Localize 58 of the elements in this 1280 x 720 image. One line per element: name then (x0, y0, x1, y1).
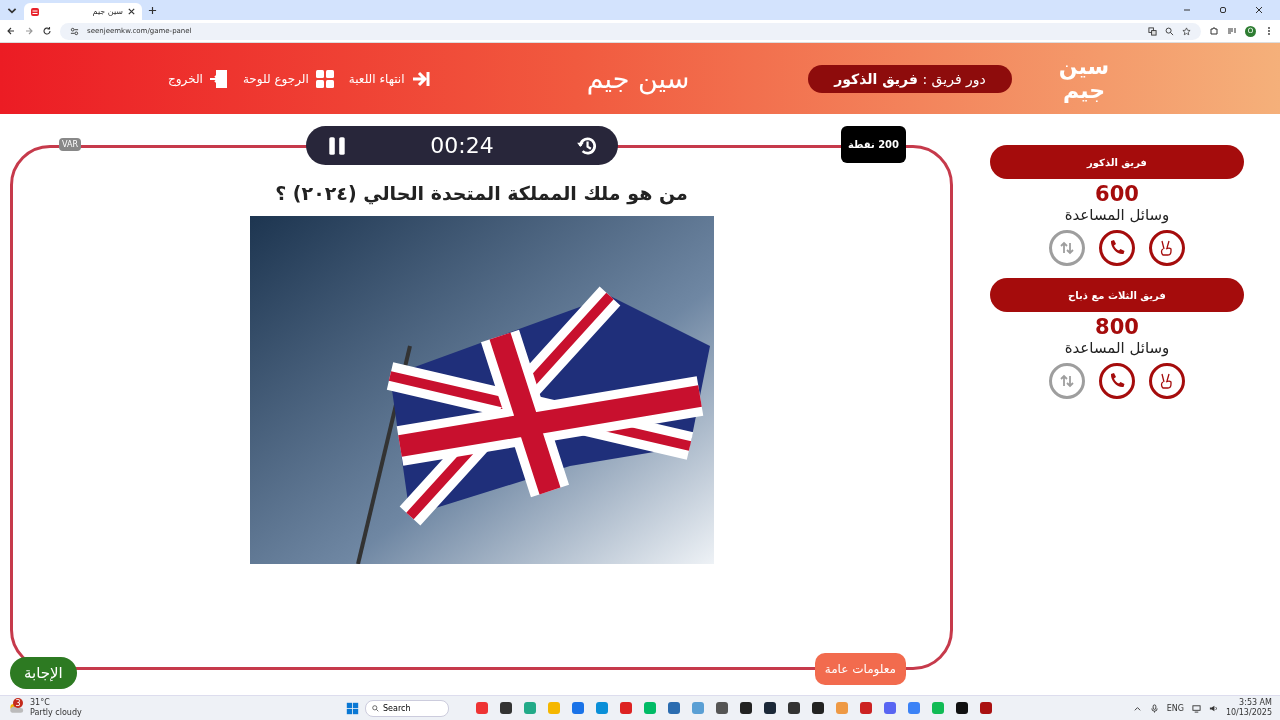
turn-indicator: دور فريق : فريق الذكور (808, 64, 1012, 93)
team-score: 800 (1095, 315, 1139, 339)
app-icon[interactable] (716, 702, 728, 714)
app-icon[interactable] (812, 702, 824, 714)
app-icon[interactable] (788, 702, 800, 714)
volume-icon[interactable] (1208, 703, 1218, 713)
team-score: 600 (1095, 182, 1139, 206)
temperature-text: 31°C (30, 698, 51, 708)
category-badge: معلومات عامة (814, 653, 906, 685)
app-icon[interactable] (500, 702, 512, 714)
reload-icon[interactable] (42, 26, 52, 36)
team-name-bar: فريق الذكور (990, 145, 1244, 179)
site-logo-icon (30, 6, 40, 17)
close-icon[interactable] (1254, 5, 1264, 15)
new-tab-icon[interactable] (148, 5, 157, 15)
app-icon[interactable] (740, 702, 752, 714)
start-icon[interactable] (346, 701, 359, 715)
app-icon[interactable] (764, 702, 776, 714)
search-icon (372, 704, 379, 712)
app-icon[interactable] (956, 702, 968, 714)
lifelines-label: وسائل المساعدة (1064, 206, 1170, 224)
grid-icon (314, 68, 335, 89)
answer-button[interactable]: الإجابة (10, 657, 77, 689)
pause-icon[interactable] (326, 134, 348, 157)
header-link[interactable]: الرجوع للوحة (242, 68, 335, 89)
site-info-icon (70, 26, 79, 36)
back-icon[interactable] (6, 26, 16, 36)
browser-tab[interactable]: سين جيم (24, 3, 142, 20)
lifeline-button[interactable] (1099, 363, 1135, 399)
notification-badge: 3 (13, 698, 23, 708)
timer-text: 00:24 (430, 133, 494, 158)
lifelines-label: وسائل المساعدة (1064, 339, 1170, 357)
question-text: من هو ملك المملكة المتحدة الحالي (٢٠٢٤) ؟ (275, 182, 688, 204)
logo: سين جيم (1057, 54, 1111, 103)
lifeline-button[interactable] (1099, 230, 1135, 266)
taskbar-search-field[interactable]: Search (365, 699, 449, 717)
lifeline-button[interactable] (1149, 230, 1185, 266)
star-icon[interactable] (1182, 26, 1191, 36)
forward-icon[interactable] (24, 26, 34, 36)
header-link[interactable]: انتهاء اللعبة (348, 68, 431, 89)
points-badge: 200 نقطة (840, 126, 906, 163)
team-name-bar: فريق الثلاث مع ذباح (990, 278, 1244, 312)
zoom-icon[interactable] (1165, 26, 1174, 36)
language-indicator[interactable]: ENG (1166, 703, 1184, 713)
header-link[interactable]: الخروج (168, 68, 229, 89)
door-exit-icon (208, 68, 229, 89)
close-icon[interactable] (127, 7, 136, 16)
tab-title: سين جيم (91, 7, 123, 16)
lifeline-button[interactable] (1149, 363, 1185, 399)
site-title: سين جيم (585, 63, 691, 94)
network-icon[interactable] (1191, 703, 1201, 713)
translate-icon[interactable] (1148, 26, 1157, 36)
microphone-icon[interactable] (1149, 703, 1159, 713)
restore-icon[interactable] (1218, 5, 1228, 15)
weather-text: Partly cloudy (30, 708, 82, 718)
clock-date[interactable]: 10/13/2025 (1225, 708, 1272, 718)
var-button[interactable]: VAR (59, 138, 81, 151)
clock-time[interactable]: 3:53 AM (1239, 698, 1272, 708)
